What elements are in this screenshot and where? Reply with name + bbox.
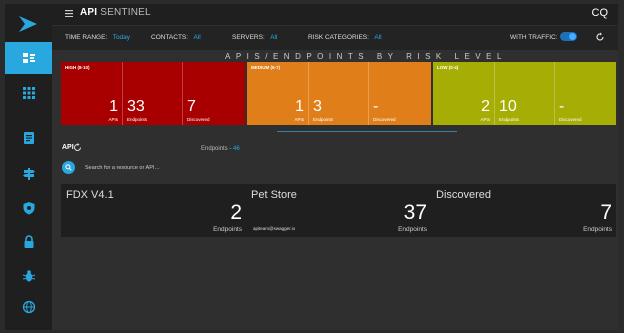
sidebar-item-routes[interactable] — [15, 161, 43, 187]
api-refresh-icon[interactable] — [73, 143, 82, 152]
filter-bar: TIME RANGE: Today CONTACTS: All SERVERS:… — [52, 26, 618, 50]
sidebar-item-api-dashboard[interactable] — [5, 42, 52, 74]
user-initials[interactable]: CQ — [592, 7, 609, 19]
high-endpoints-cell[interactable]: 33 Endpoints — [123, 62, 183, 125]
risk-section-title: APIS/ENDPOINTS BY RISK LEVEL — [225, 52, 507, 61]
medium-apis-cell[interactable]: MEDIUM (5-7) 1 APIs — [247, 62, 309, 125]
medium-endpoints-count: 3 — [313, 98, 322, 115]
card-contact-email[interactable]: apiteam@swagger.io — [253, 226, 295, 231]
sidebar-item-documents[interactable] — [15, 125, 43, 151]
app-frame: API SENTINEL CQ TIME RANGE: Today CONTAC… — [5, 4, 618, 330]
filter-risk-categories[interactable]: RISK CATEGORIES: All — [308, 34, 382, 41]
discovered-caption: Discovered — [373, 117, 396, 122]
search-icon[interactable] — [62, 161, 75, 174]
app-title: API SENTINEL — [80, 7, 151, 18]
low-endpoints-count: 10 — [499, 98, 517, 115]
card-endpoint-count: 7 — [600, 201, 612, 224]
low-endpoints-cell[interactable]: 10 Endpoints — [495, 62, 555, 125]
globe-icon — [22, 300, 36, 314]
with-traffic-label: WITH TRAFFIC: — [510, 34, 558, 41]
api-card-fdx[interactable]: FDX V4.1 2 Endpoints — [61, 184, 246, 237]
logo-chevron-icon[interactable] — [17, 14, 39, 34]
card-endpoint-count: 37 — [403, 201, 427, 224]
risk-label-high: HIGH (8-10) — [65, 65, 90, 70]
low-apis-count: 2 — [481, 98, 490, 115]
magnifier-glyph — [65, 164, 72, 171]
high-discovered-count: 7 — [187, 98, 196, 115]
sidebar-item-security[interactable] — [15, 195, 43, 221]
card-endpoints-caption: Endpoints — [398, 226, 427, 233]
grid-dots-icon — [23, 87, 35, 99]
high-endpoints-count: 33 — [127, 98, 145, 115]
api-section-label: API — [62, 144, 74, 151]
medium-apis-count: 1 — [295, 98, 304, 115]
endpoints-total: Endpoints - 46 — [201, 146, 240, 152]
search-input[interactable] — [85, 162, 285, 174]
refresh-icon[interactable] — [595, 32, 605, 42]
risk-label-medium: MEDIUM (5-7) — [251, 65, 280, 70]
card-name: FDX V4.1 — [66, 189, 114, 201]
low-apis-cell[interactable]: LOW (0-4) 2 APIs — [433, 62, 495, 125]
lock-icon — [24, 235, 34, 248]
with-traffic-toggle[interactable] — [560, 32, 577, 41]
medium-endpoints-cell[interactable]: 3 Endpoints — [309, 62, 369, 125]
sidebar-item-network[interactable] — [15, 294, 43, 320]
medium-discovered-cell[interactable]: - Discovered — [369, 62, 431, 125]
low-discovered-count: - — [559, 98, 565, 115]
filter-contacts[interactable]: CONTACTS: All — [151, 34, 201, 41]
risk-panel-medium[interactable]: MEDIUM (5-7) 1 APIs 3 Endpoints - Discov… — [247, 62, 431, 125]
endpoints-caption: Endpoints — [499, 117, 520, 122]
discovered-caption: Discovered — [187, 117, 210, 122]
card-endpoints-caption: Endpoints — [213, 226, 242, 233]
low-discovered-cell[interactable]: - Discovered — [555, 62, 616, 125]
high-apis-count: 1 — [109, 98, 118, 115]
sidebar — [5, 4, 52, 330]
risk-label-low: LOW (0-4) — [437, 65, 459, 70]
signpost-icon — [23, 168, 35, 180]
card-name: Discovered — [436, 189, 492, 201]
medium-discovered-count: - — [373, 98, 379, 115]
discovered-caption: Discovered — [559, 117, 582, 122]
sidebar-item-access[interactable] — [15, 229, 43, 255]
sidebar-item-grid[interactable] — [15, 80, 43, 106]
endpoints-caption: Endpoints — [313, 117, 334, 122]
api-dashboard-icon — [22, 53, 35, 63]
high-apis-cell[interactable]: HIGH (8-10) 1 APIs — [61, 62, 123, 125]
apis-caption: APIs — [108, 117, 118, 122]
endpoints-caption: Endpoints — [127, 117, 148, 122]
api-card-pet-store[interactable]: Pet Store 37 apiteam@swagger.io Endpoint… — [246, 184, 431, 237]
risk-panel-low[interactable]: LOW (0-4) 2 APIs 10 Endpoints - Discover… — [433, 62, 616, 125]
risk-panel-high[interactable]: HIGH (8-10) 1 APIs 33 Endpoints 7 Discov… — [61, 62, 245, 125]
card-endpoints-caption: Endpoints — [583, 226, 612, 233]
card-endpoint-count: 2 — [230, 201, 242, 224]
shield-icon — [23, 202, 35, 215]
menu-icon[interactable] — [65, 10, 73, 17]
top-header: API SENTINEL CQ — [52, 4, 618, 25]
apis-caption: APIs — [480, 117, 490, 122]
bug-icon — [22, 270, 36, 282]
sidebar-item-vulnerabilities[interactable] — [15, 263, 43, 289]
high-discovered-cell[interactable]: 7 Discovered — [183, 62, 245, 125]
card-name: Pet Store — [251, 189, 297, 201]
filter-time-range[interactable]: TIME RANGE: Today — [65, 34, 130, 41]
apis-caption: APIs — [294, 117, 304, 122]
document-icon — [24, 132, 34, 144]
section-divider — [277, 131, 457, 132]
api-card-discovered[interactable]: Discovered 7 Endpoints — [431, 184, 616, 237]
filter-servers[interactable]: SERVERS: All — [232, 34, 277, 41]
